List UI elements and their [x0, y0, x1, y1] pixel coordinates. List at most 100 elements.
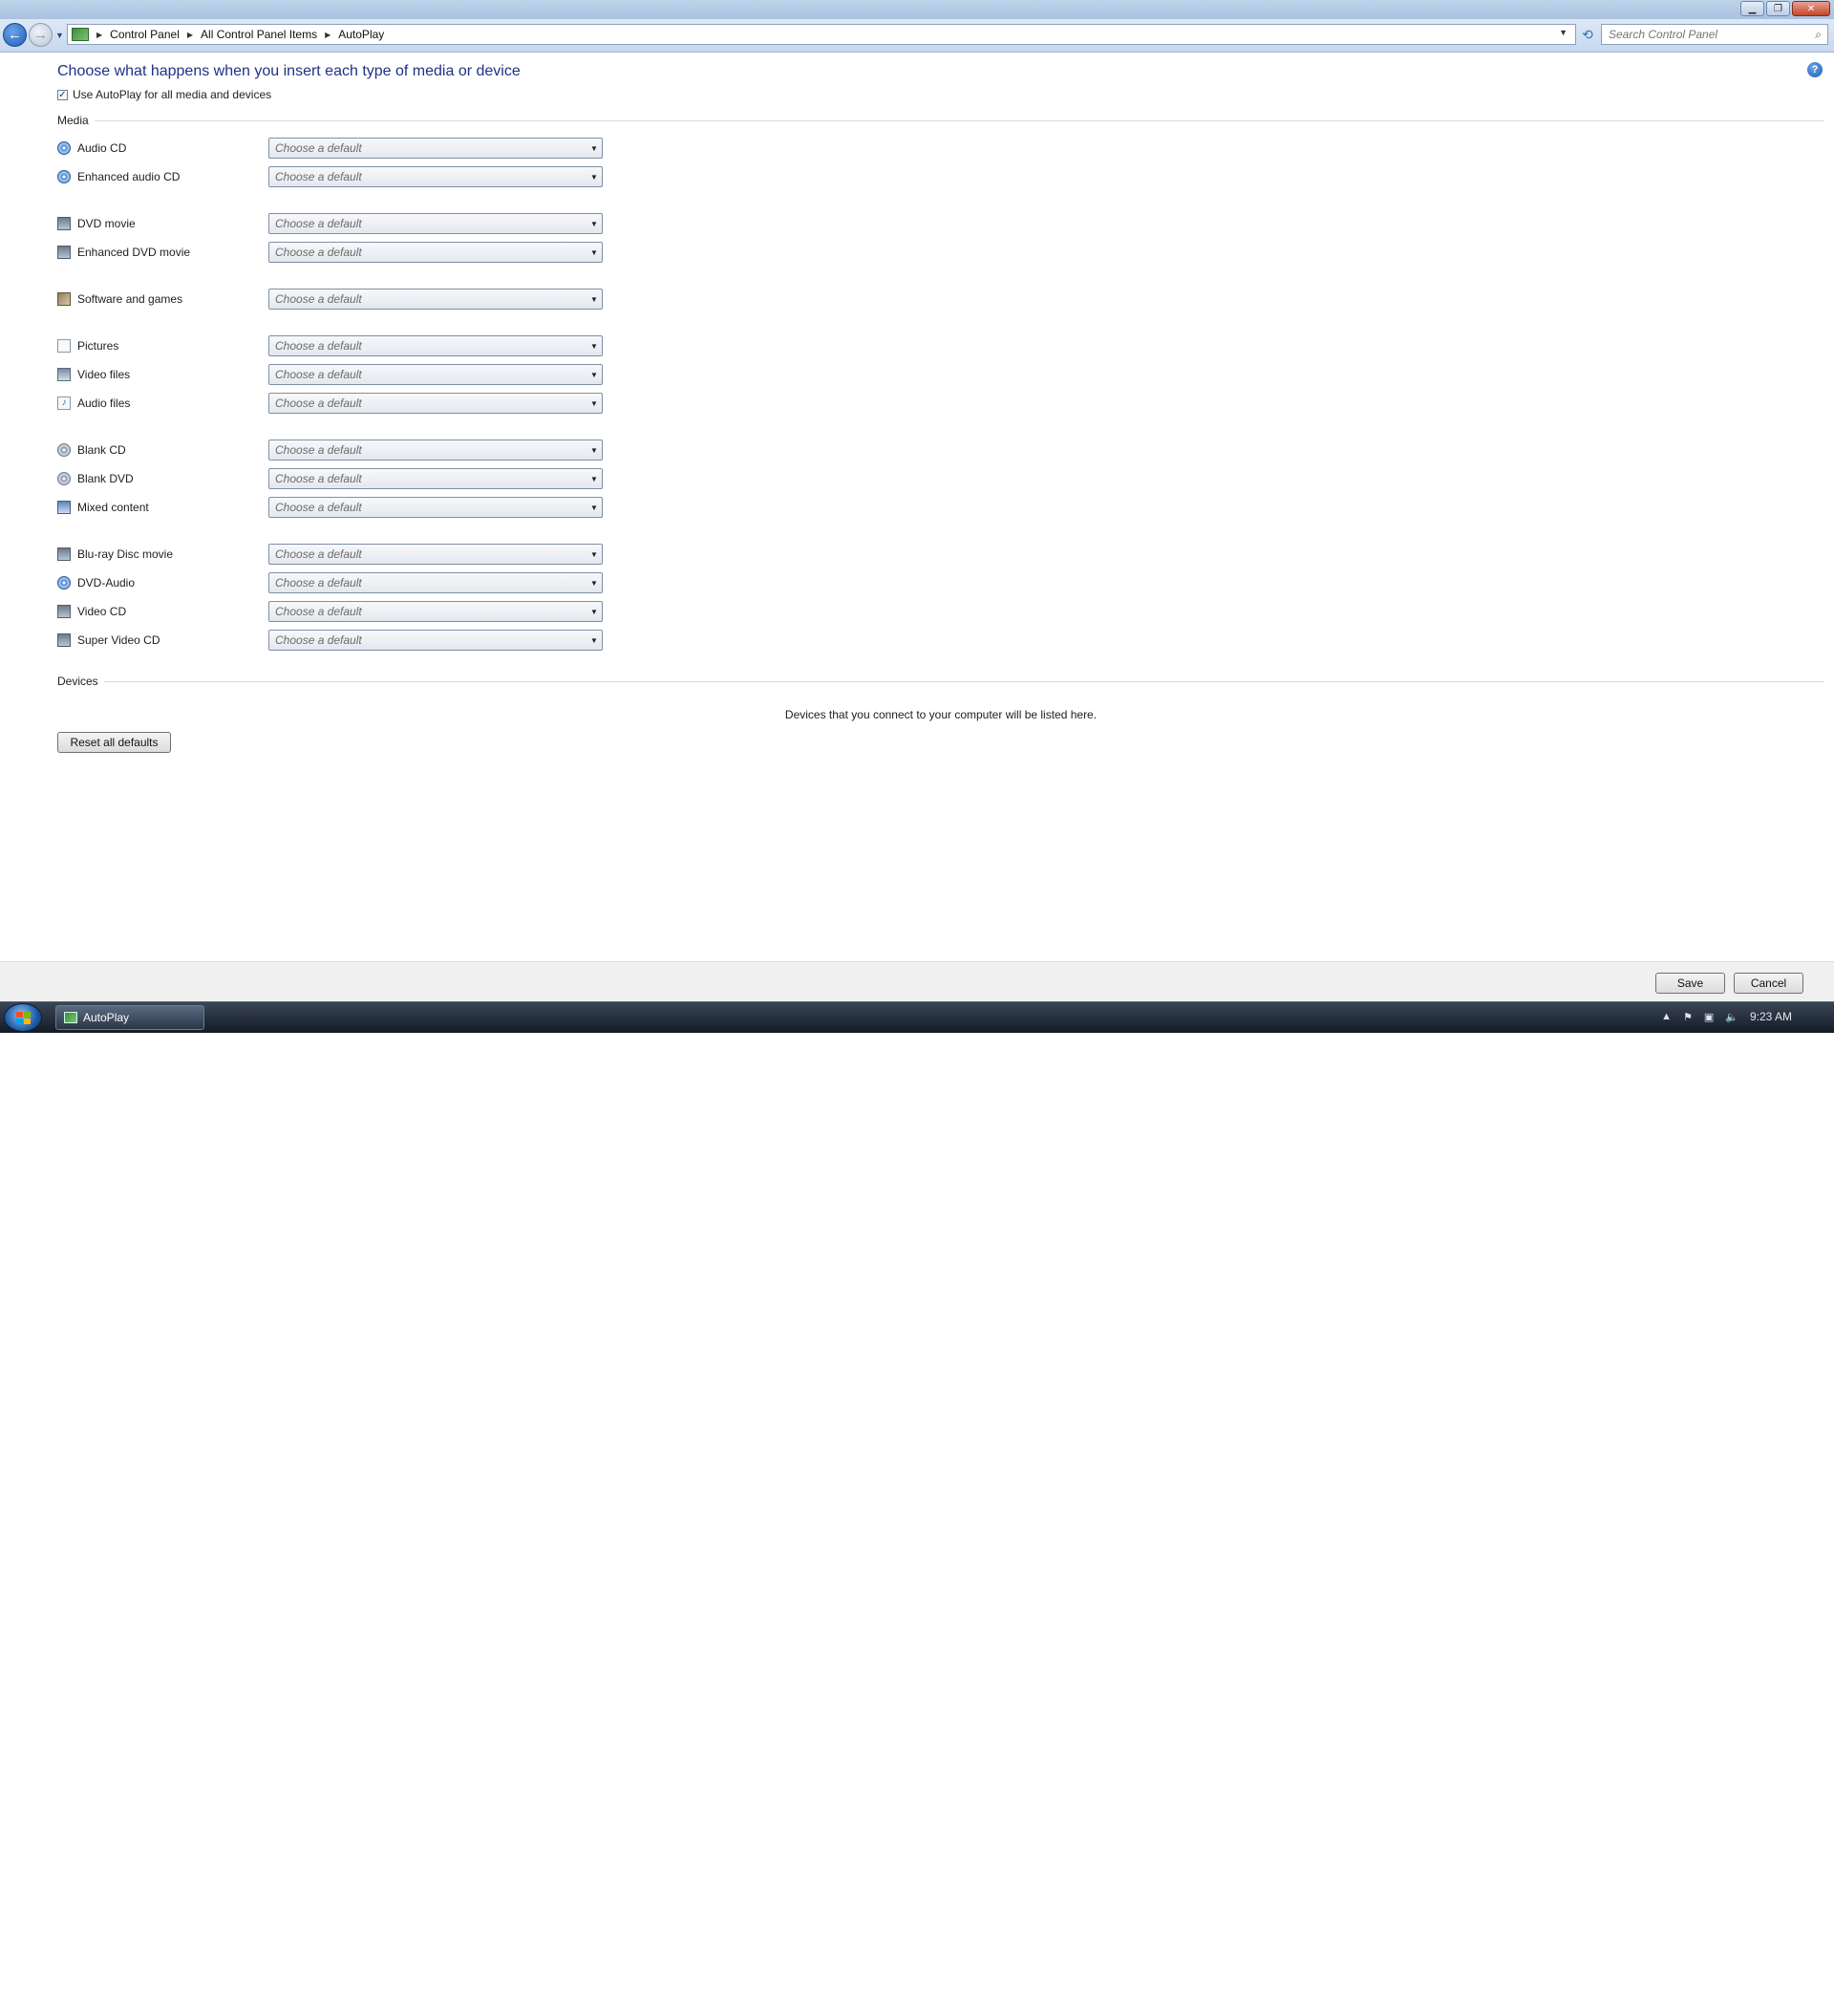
media-label: Audio files: [77, 397, 131, 410]
chevron-down-icon[interactable]: ▼: [586, 295, 602, 304]
minimize-button[interactable]: ▁: [1740, 1, 1764, 16]
window-titlebar: ▁ ❐ ✕: [0, 0, 1834, 19]
chevron-down-icon[interactable]: ▼: [586, 173, 602, 182]
search-box[interactable]: ⌕: [1601, 24, 1828, 45]
select-value: Choose a default: [275, 246, 362, 259]
software-icon: [57, 292, 71, 306]
media-label: Super Video CD: [77, 633, 160, 647]
breadcrumb-autoplay[interactable]: AutoPlay: [338, 28, 384, 41]
super-video-cd-select[interactable]: Choose a default ▼: [268, 630, 603, 651]
media-section-header: Media: [57, 114, 1824, 127]
forward-button[interactable]: →: [29, 23, 53, 47]
media-row-blank-cd: Blank CD: [57, 440, 126, 461]
bluray-select[interactable]: Choose a default ▼: [268, 544, 603, 565]
taskbar-item-autoplay[interactable]: AutoPlay: [55, 1005, 204, 1030]
dvd-audio-icon: [57, 576, 71, 590]
select-value: Choose a default: [275, 170, 362, 183]
select-value: Choose a default: [275, 547, 362, 561]
volume-icon[interactable]: 🔈: [1725, 1011, 1738, 1023]
media-label: Audio CD: [77, 141, 127, 155]
mixed-content-select[interactable]: Choose a default ▼: [268, 497, 603, 518]
media-row-enhanced-dvd-movie: Enhanced DVD movie: [57, 242, 190, 263]
chevron-down-icon[interactable]: ▼: [586, 446, 602, 455]
dvd-movie-select[interactable]: Choose a default ▼: [268, 213, 603, 234]
media-label: DVD-Audio: [77, 576, 136, 590]
chevron-down-icon[interactable]: ▼: [586, 579, 602, 588]
media-label: Blank DVD: [77, 472, 134, 485]
audio-cd-icon: [57, 141, 71, 155]
clock[interactable]: 9:23 AM: [1750, 1010, 1792, 1023]
chevron-down-icon[interactable]: ▼: [586, 636, 602, 645]
control-panel-icon: [72, 28, 89, 41]
breadcrumb-separator-icon[interactable]: ▶: [325, 31, 331, 39]
chevron-down-icon[interactable]: ▼: [586, 475, 602, 483]
audio-cd-select[interactable]: Choose a default ▼: [268, 138, 603, 159]
address-dropdown-icon[interactable]: ▼: [1559, 28, 1567, 37]
pictures-select[interactable]: Choose a default ▼: [268, 335, 603, 356]
breadcrumb-separator-icon[interactable]: ▶: [187, 31, 193, 39]
chevron-down-icon[interactable]: ▼: [586, 504, 602, 512]
enhanced-dvd-movie-select[interactable]: Choose a default ▼: [268, 242, 603, 263]
breadcrumb-control-panel[interactable]: Control Panel: [110, 28, 180, 41]
search-icon[interactable]: ⌕: [1815, 28, 1822, 42]
use-autoplay-checkbox[interactable]: ✓ Use AutoPlay for all media and devices: [57, 88, 271, 101]
breadcrumb-separator-icon[interactable]: ▶: [96, 31, 102, 39]
checkbox-checked-icon[interactable]: ✓: [57, 89, 68, 100]
blank-dvd-select[interactable]: Choose a default ▼: [268, 468, 603, 489]
chevron-down-icon[interactable]: ▼: [586, 248, 602, 257]
chevron-down-icon[interactable]: ▼: [586, 144, 602, 153]
chevron-down-icon[interactable]: ▼: [586, 342, 602, 351]
video-files-icon: [57, 368, 71, 381]
breadcrumb-all-items[interactable]: All Control Panel Items: [201, 28, 317, 41]
network-icon[interactable]: ▣: [1704, 1011, 1714, 1023]
software-games-select[interactable]: Choose a default ▼: [268, 289, 603, 310]
media-section-label: Media: [57, 114, 89, 127]
media-label: Software and games: [77, 292, 183, 306]
media-row-audio-files: ♪ Audio files: [57, 393, 130, 414]
chevron-down-icon[interactable]: ▼: [586, 220, 602, 228]
pictures-icon: [57, 339, 71, 353]
help-icon[interactable]: ?: [1807, 62, 1823, 77]
dvd-audio-select[interactable]: Choose a default ▼: [268, 572, 603, 593]
media-label: Enhanced DVD movie: [77, 246, 191, 259]
mixed-content-icon: [57, 501, 71, 514]
media-label: Blank CD: [77, 443, 126, 457]
action-center-icon[interactable]: ⚑: [1683, 1011, 1693, 1023]
chevron-down-icon[interactable]: ▼: [586, 371, 602, 379]
use-autoplay-label[interactable]: Use AutoPlay for all media and devices: [73, 88, 271, 101]
navigation-bar: ← → ▼ ▶ Control Panel ▶ All Control Pane…: [0, 19, 1834, 53]
search-input[interactable]: [1607, 27, 1802, 42]
address-bar[interactable]: ▶ Control Panel ▶ All Control Panel Item…: [67, 24, 1576, 45]
dialog-footer: Save Cancel: [0, 961, 1834, 1002]
audio-files-select[interactable]: Choose a default ▼: [268, 393, 603, 414]
media-row-super-video-cd: Super Video CD: [57, 630, 160, 651]
control-panel-icon: [64, 1012, 77, 1023]
media-row-audio-cd: Audio CD: [57, 138, 126, 159]
media-row-dvd-movie: DVD movie: [57, 213, 136, 234]
blank-cd-select[interactable]: Choose a default ▼: [268, 440, 603, 461]
system-tray: ▲ ⚑ ▣ 🔈 9:23 AM: [1661, 1010, 1792, 1023]
back-button[interactable]: ←: [3, 23, 27, 47]
cancel-button[interactable]: Cancel: [1734, 973, 1803, 994]
media-label: Enhanced audio CD: [77, 170, 181, 183]
windows-logo-icon: [16, 1012, 31, 1024]
video-files-select[interactable]: Choose a default ▼: [268, 364, 603, 385]
enhanced-audio-cd-select[interactable]: Choose a default ▼: [268, 166, 603, 187]
reset-all-defaults-button[interactable]: Reset all defaults: [57, 732, 171, 753]
select-value: Choose a default: [275, 501, 362, 514]
save-button[interactable]: Save: [1655, 973, 1725, 994]
enhanced-dvd-movie-icon: [57, 246, 71, 259]
video-cd-select[interactable]: Choose a default ▼: [268, 601, 603, 622]
refresh-icon[interactable]: ⟲: [1578, 27, 1597, 44]
restore-button[interactable]: ❐: [1766, 1, 1790, 16]
recent-pages-dropdown[interactable]: ▼: [55, 31, 64, 40]
media-row-blank-dvd: Blank DVD: [57, 468, 134, 489]
chevron-down-icon[interactable]: ▼: [586, 550, 602, 559]
close-button[interactable]: ✕: [1792, 1, 1830, 16]
chevron-down-icon[interactable]: ▼: [586, 399, 602, 408]
dvd-movie-icon: [57, 217, 71, 230]
chevron-down-icon[interactable]: ▼: [586, 608, 602, 616]
start-button[interactable]: [4, 1003, 42, 1032]
select-value: Choose a default: [275, 443, 362, 457]
show-hidden-icons-icon[interactable]: ▲: [1661, 1011, 1672, 1022]
